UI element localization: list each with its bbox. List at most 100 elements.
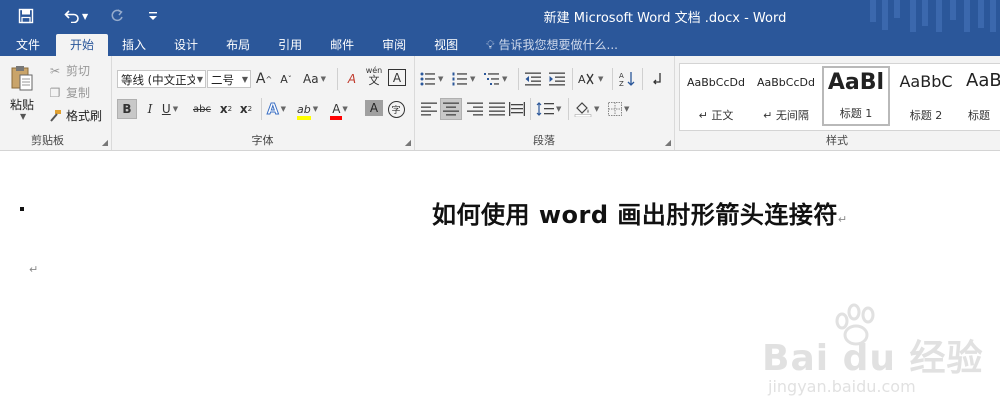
copy-label: 复制 (66, 86, 91, 100)
style-preview: AaBbCcDd (687, 76, 745, 89)
shading-button[interactable]: ▼ (574, 99, 599, 119)
paintbrush-icon (48, 109, 62, 123)
paragraph-group-label: 段落 (533, 134, 555, 147)
numbering-button[interactable]: ▼ (452, 69, 475, 89)
align-left-icon (421, 102, 437, 116)
font-color-button[interactable]: A ▼ (330, 99, 349, 120)
highlighter-icon: ab (297, 103, 311, 120)
show-formatting-marks-button[interactable] (648, 69, 666, 89)
font-launcher-icon[interactable]: ◢ (405, 138, 411, 147)
tab-file[interactable]: 文件 (0, 34, 56, 56)
font-name-dropdown-icon[interactable]: ▼ (194, 71, 203, 87)
paste-icon (11, 66, 33, 91)
style-name: 标题 1 (839, 107, 873, 120)
asian-layout-button[interactable]: A ▼ (578, 69, 603, 89)
align-center-button[interactable] (440, 98, 462, 120)
styles-gallery: AaBbCcDd ↵ 正文 AaBbCcDd ↵ 无间隔 AaBl 标题 1 A… (679, 63, 1000, 131)
multilevel-list-button[interactable]: ▼ (484, 69, 507, 89)
font-name-combobox[interactable]: 等线 (中文正文) ▼ (117, 70, 206, 88)
underline-button[interactable]: U ▼ (161, 99, 179, 119)
font-group-label: 字体 (251, 134, 274, 147)
bullets-button[interactable]: ▼ (420, 69, 443, 89)
clipboard-launcher-icon[interactable]: ◢ (102, 138, 108, 147)
enclose-characters-button[interactable]: 字 (387, 99, 405, 119)
copy-button[interactable]: ❐ 复制 (48, 84, 90, 101)
distributed-button[interactable] (508, 99, 526, 119)
tab-review[interactable]: 审阅 (368, 34, 420, 56)
line-spacing-button[interactable]: ▼ (536, 99, 561, 119)
heading-text: 如何使用 word 画出肘形箭头连接符 (432, 201, 838, 229)
change-case-icon: Aa (303, 72, 319, 86)
paragraph-launcher-icon[interactable]: ◢ (665, 138, 671, 147)
change-case-button[interactable]: Aa ▼ (303, 69, 326, 89)
align-right-icon (467, 102, 483, 116)
bold-button[interactable]: B (117, 99, 137, 119)
phonetic-guide-icon-bottom: 文 (368, 74, 380, 87)
character-shading-button[interactable]: A (365, 100, 383, 116)
window-title: 新建 Microsoft Word 文档 .docx - Word (543, 11, 787, 26)
borders-icon (608, 102, 622, 116)
strikethrough-icon: abc (193, 103, 211, 115)
tab-view[interactable]: 视图 (420, 34, 472, 56)
watermark-url: jingyan.baidu.com (768, 377, 916, 396)
tab-layout[interactable]: 布局 (212, 34, 264, 56)
copy-icon: ❐ (49, 85, 61, 100)
distributed-icon (509, 102, 525, 116)
subscript-icon: x (219, 102, 228, 116)
title-bar-decoration (860, 0, 1000, 32)
text-effects-button[interactable]: A ▼ (267, 99, 286, 119)
ribbon: 粘贴 ▼ ✂ 剪切 ❐ 复制 格式刷 剪贴板 ◢ 等线 (中文正文) ▼ 二号 … (0, 56, 1000, 151)
cut-button[interactable]: ✂ 剪切 (48, 62, 90, 79)
strikethrough-button[interactable]: abc (193, 99, 211, 119)
font-size-dropdown-icon[interactable]: ▼ (242, 71, 248, 87)
sort-button[interactable]: A Z (618, 69, 636, 89)
clear-formatting-button[interactable]: A (343, 69, 361, 89)
paragraph-group: ▼ ▼ ▼ A ▼ A Z ▼ ▼ ▼ 段落 ◢ (414, 56, 675, 150)
grow-font-button[interactable]: A ^ (255, 69, 273, 89)
increase-indent-button[interactable] (548, 69, 566, 89)
superscript-icon: x (239, 102, 248, 116)
justify-button[interactable] (488, 99, 506, 119)
tab-mailings[interactable]: 邮件 (316, 34, 368, 56)
font-size-combobox[interactable]: 二号 ▼ (207, 70, 251, 88)
empty-paragraph-mark: ↵ (29, 263, 39, 276)
style-no-spacing[interactable]: AaBbCcDd ↵ 无间隔 (752, 66, 820, 126)
align-center-icon (443, 102, 459, 116)
style-normal[interactable]: AaBbCcDd ↵ 正文 (682, 66, 750, 126)
document-canvas[interactable]: 如何使用 word 画出肘形箭头连接符↵ ↵ Bai du 经验 jingyan… (0, 151, 1000, 415)
decrease-indent-button[interactable] (524, 69, 542, 89)
style-heading-2[interactable]: AaBbC 标题 2 (892, 66, 960, 126)
style-preview: AaBbCcDd (757, 76, 815, 89)
tell-me-search[interactable]: 💡︎ 告诉我您想要做什么... (472, 34, 618, 56)
phonetic-guide-button[interactable]: wén 文 (365, 66, 383, 86)
align-right-button[interactable] (466, 99, 484, 119)
shrink-font-button[interactable]: Aˇ (277, 69, 295, 89)
highlight-button[interactable]: ab ▼ (297, 99, 318, 120)
italic-button[interactable]: I (141, 99, 159, 119)
document-heading[interactable]: 如何使用 word 画出肘形箭头连接符↵ (432, 195, 848, 230)
paragraph-mark: ↵ (837, 213, 848, 226)
tab-home[interactable]: 开始 (56, 34, 109, 56)
shrink-font-icon: A (280, 72, 288, 86)
tab-insert[interactable]: 插入 (108, 34, 160, 56)
clipboard-group: 粘贴 ▼ ✂ 剪切 ❐ 复制 格式刷 剪贴板 ◢ (0, 56, 112, 150)
tab-design[interactable]: 设计 (160, 34, 212, 56)
format-painter-button[interactable]: 格式刷 (48, 107, 102, 124)
paste-label: 粘贴 (10, 98, 35, 112)
font-color-icon: A (330, 102, 343, 120)
tab-references[interactable]: 引用 (264, 34, 316, 56)
borders-button[interactable]: ▼ (608, 99, 629, 119)
paste-dropdown-icon[interactable]: ▼ (20, 112, 26, 121)
character-border-button[interactable]: A (388, 69, 406, 86)
styles-group-label: 样式 (826, 134, 848, 147)
superscript-button[interactable]: x2 (237, 99, 255, 119)
style-preview: AaBl (966, 70, 1000, 91)
eraser-icon: A (347, 72, 357, 86)
align-left-button[interactable] (420, 99, 438, 119)
style-preview: AaBbC (899, 72, 953, 91)
font-name-value: 等线 (中文正文) (121, 73, 203, 87)
style-title[interactable]: AaBl 标题 (962, 66, 1000, 126)
style-heading-1[interactable]: AaBl 标题 1 (822, 66, 890, 126)
subscript-button[interactable]: x2 (217, 99, 235, 119)
style-name: 标题 2 (909, 109, 943, 122)
